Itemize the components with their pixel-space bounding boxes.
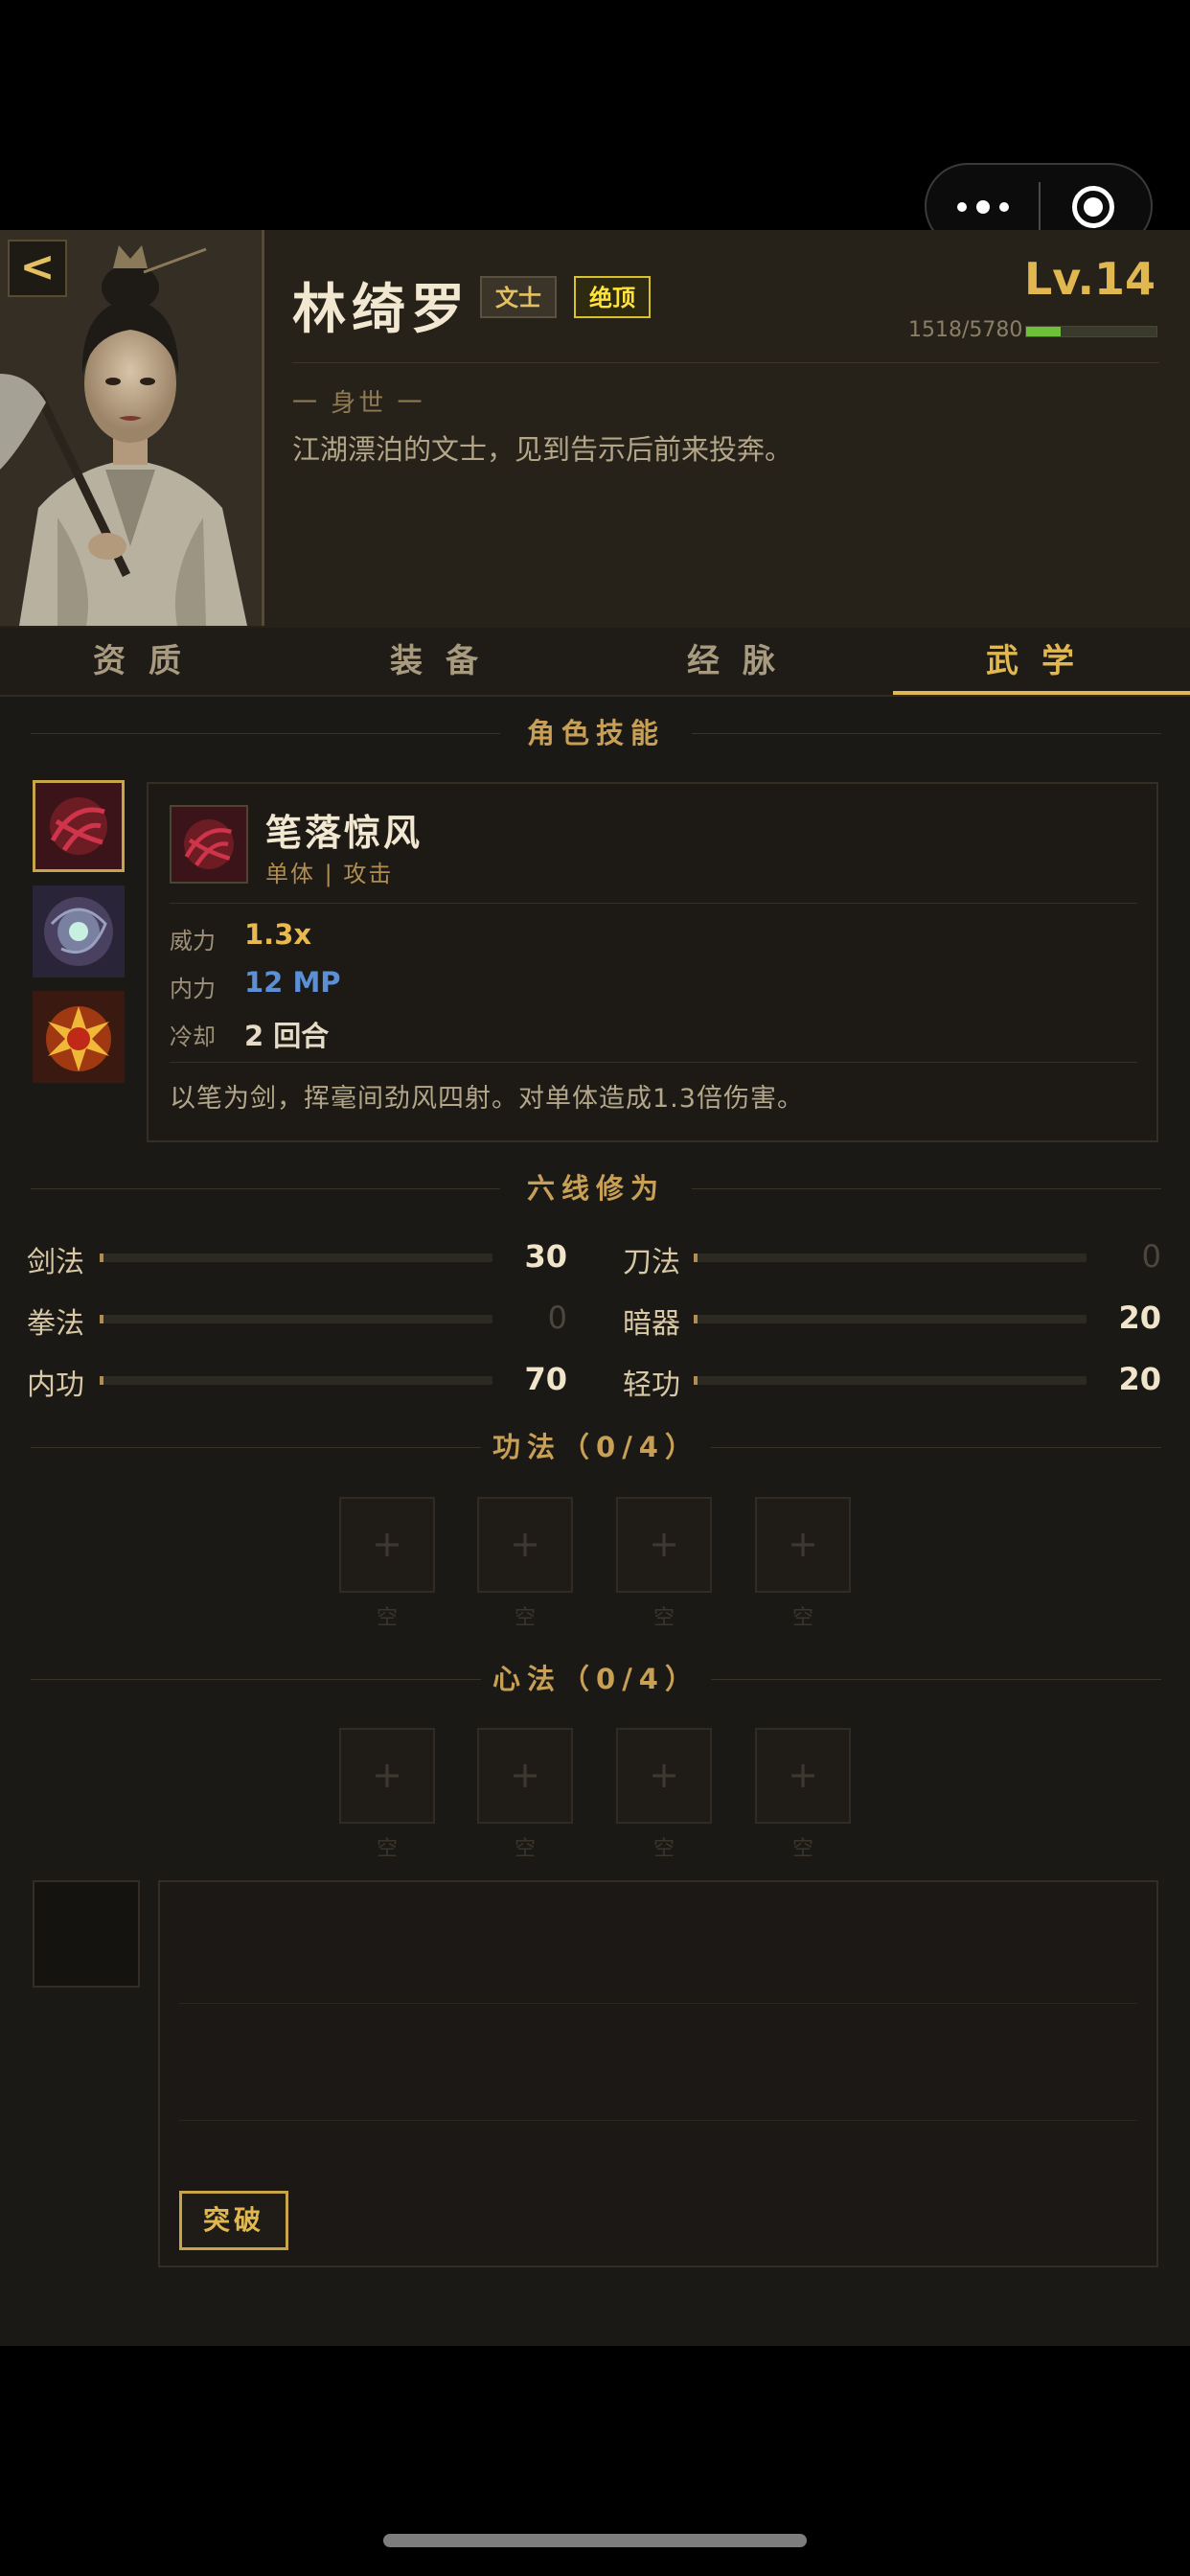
section-skills-header: 角色技能 bbox=[31, 714, 1161, 752]
more-dots-icon[interactable] bbox=[955, 186, 1022, 228]
class-tag: 文士 bbox=[480, 276, 557, 318]
attr-bar-blade bbox=[694, 1254, 1087, 1262]
tab-martial-arts[interactable]: 武学 bbox=[893, 628, 1190, 695]
section-xinfa-header: 心法（0/4） bbox=[31, 1660, 1161, 1698]
section-gongfa-title: 功法（0/4） bbox=[492, 1431, 699, 1463]
attr-value-sword: 30 bbox=[524, 1238, 567, 1275]
card-divider bbox=[170, 903, 1137, 904]
gongfa-slot-caption: 空 bbox=[376, 1606, 398, 1630]
attr-label-fist: 拳法 bbox=[27, 1307, 84, 1341]
breakthrough-item-slot[interactable] bbox=[33, 1880, 140, 1988]
xinfa-slot[interactable]: + bbox=[616, 1728, 712, 1824]
character-page: < 林绮罗 文士 绝顶 Lv.14 1518/5780 一 身世 一 江湖漂泊的… bbox=[0, 230, 1190, 2346]
stat-value-power: 1.3x bbox=[244, 918, 312, 951]
breakthrough-panel: 突破 bbox=[158, 1880, 1158, 2267]
crimson-claw-skill-icon[interactable] bbox=[33, 780, 125, 872]
vortex-skill-icon[interactable] bbox=[33, 886, 125, 978]
xinfa-slot-caption: 空 bbox=[514, 1837, 536, 1861]
fire-burst-skill-icon[interactable] bbox=[33, 991, 125, 1083]
skill-name: 笔落惊风 bbox=[265, 812, 423, 854]
tab-equipment[interactable]: 装备 bbox=[297, 628, 594, 695]
attr-value-lightness: 20 bbox=[1118, 1361, 1161, 1397]
attr-bar-lightness bbox=[694, 1376, 1087, 1385]
xinfa-slot[interactable]: + bbox=[339, 1728, 435, 1824]
section-six-lines-header: 六线修为 bbox=[31, 1169, 1161, 1208]
panel-divider bbox=[179, 2120, 1137, 2121]
xinfa-slot-caption: 空 bbox=[376, 1837, 398, 1861]
section-six-lines-title: 六线修为 bbox=[526, 1172, 665, 1205]
level-label: Lv.14 bbox=[1023, 253, 1156, 305]
attr-bar-inner-power bbox=[100, 1376, 492, 1385]
attr-bar-fist bbox=[100, 1315, 492, 1323]
gongfa-slot-caption: 空 bbox=[514, 1606, 536, 1630]
character-portrait: < bbox=[0, 230, 264, 626]
attr-label-lightness: 轻功 bbox=[623, 1368, 680, 1402]
selected-skill-icon bbox=[170, 805, 248, 884]
stat-label-power: 威力 bbox=[170, 928, 216, 954]
tab-meridians[interactable]: 经脉 bbox=[594, 628, 891, 695]
gongfa-slot[interactable]: + bbox=[339, 1497, 435, 1593]
attr-label-hidden-weapon: 暗器 bbox=[623, 1307, 680, 1341]
section-gongfa-header: 功法（0/4） bbox=[31, 1428, 1161, 1466]
attr-bar-hidden-weapon bbox=[694, 1315, 1087, 1323]
bio-title: 一 身世 一 bbox=[292, 389, 425, 418]
attr-label-blade: 刀法 bbox=[623, 1246, 680, 1279]
skill-type: 单体 | 攻击 bbox=[265, 861, 394, 887]
xinfa-slot-caption: 空 bbox=[791, 1837, 813, 1861]
attr-value-hidden-weapon: 20 bbox=[1118, 1300, 1161, 1336]
attr-label-inner-power: 内功 bbox=[27, 1368, 84, 1402]
stat-label-mp: 内力 bbox=[170, 976, 216, 1002]
card-divider bbox=[170, 1062, 1137, 1063]
gongfa-slot[interactable]: + bbox=[616, 1497, 712, 1593]
rank-tag: 绝顶 bbox=[574, 276, 651, 318]
tab-bar: 资质 装备 经脉 武学 bbox=[0, 628, 1190, 697]
attr-label-sword: 剑法 bbox=[27, 1246, 84, 1279]
exp-text: 1518/5780 bbox=[908, 318, 1023, 342]
xinfa-slot-caption: 空 bbox=[652, 1837, 675, 1861]
breakthrough-button[interactable]: 突破 bbox=[179, 2191, 288, 2250]
header-divider bbox=[292, 362, 1159, 363]
skill-description: 以笔为剑，挥毫间劲风四射。对单体造成1.3倍伤害。 bbox=[170, 1084, 804, 1114]
gongfa-slot[interactable]: + bbox=[477, 1497, 573, 1593]
character-name: 林绮罗 bbox=[292, 279, 470, 341]
attr-value-fist: 0 bbox=[547, 1300, 567, 1336]
xinfa-slot[interactable]: + bbox=[755, 1728, 851, 1824]
capsule-divider bbox=[1039, 182, 1041, 234]
back-button[interactable]: < bbox=[8, 240, 67, 297]
panel-divider bbox=[179, 2003, 1137, 2004]
character-header: < 林绮罗 文士 绝顶 Lv.14 1518/5780 一 身世 一 江湖漂泊的… bbox=[0, 230, 1190, 630]
bio-text: 江湖漂泊的文士，见到告示后前来投奔。 bbox=[292, 433, 793, 466]
attr-bar-sword bbox=[100, 1254, 492, 1262]
section-xinfa-title: 心法（0/4） bbox=[492, 1663, 699, 1695]
stat-label-cooldown: 冷却 bbox=[170, 1024, 216, 1050]
gongfa-slot-caption: 空 bbox=[791, 1606, 813, 1630]
exp-bar-fill bbox=[1026, 327, 1061, 336]
active-tab-indicator bbox=[893, 691, 1190, 695]
tab-aptitude[interactable]: 资质 bbox=[0, 628, 297, 695]
stat-value-mp: 12 MP bbox=[244, 966, 341, 999]
gongfa-slot-caption: 空 bbox=[652, 1606, 675, 1630]
stat-value-cooldown: 2 回合 bbox=[244, 1020, 330, 1052]
target-circle-icon[interactable] bbox=[1072, 186, 1114, 228]
exp-bar bbox=[1025, 326, 1157, 337]
attr-value-inner-power: 70 bbox=[524, 1361, 567, 1397]
attr-value-blade: 0 bbox=[1141, 1238, 1161, 1275]
section-skills-title: 角色技能 bbox=[526, 717, 665, 749]
skill-detail-card: 笔落惊风 单体 | 攻击 威力 1.3x 内力 12 MP 冷却 2 回合 以笔… bbox=[147, 782, 1158, 1142]
gongfa-slot[interactable]: + bbox=[755, 1497, 851, 1593]
xinfa-slot[interactable]: + bbox=[477, 1728, 573, 1824]
home-indicator[interactable] bbox=[383, 2534, 807, 2547]
